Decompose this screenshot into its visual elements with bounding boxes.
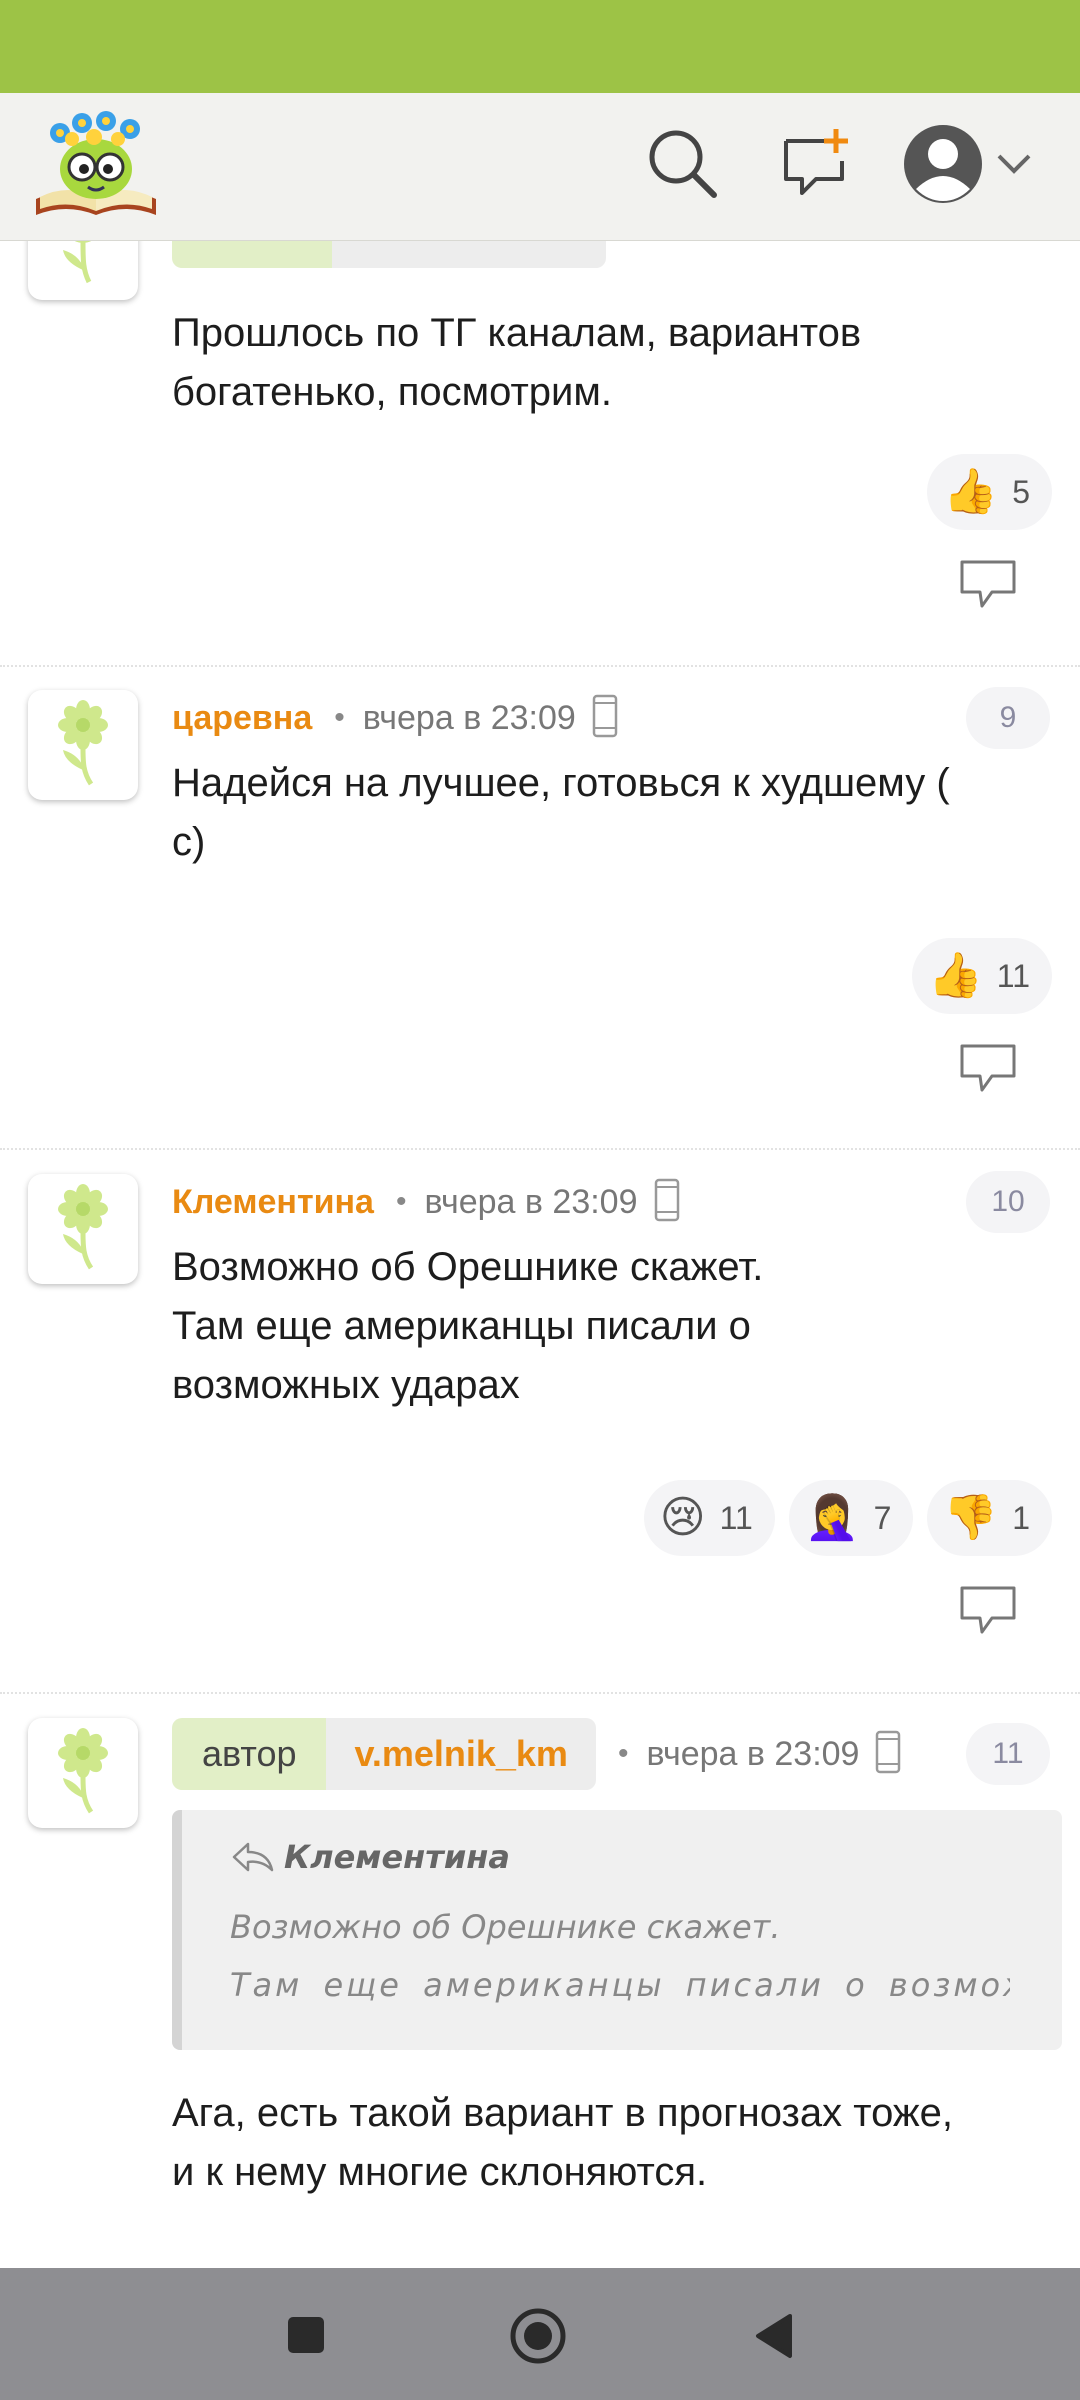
- author-tag: [172, 240, 606, 268]
- author-name[interactable]: царевна: [172, 699, 312, 738]
- reply-icon[interactable]: [958, 558, 1018, 617]
- thumbs-down-icon: 👎: [943, 1493, 999, 1542]
- author-name[interactable]: v.melnik_km: [326, 1718, 596, 1790]
- home-button[interactable]: [509, 2307, 567, 2370]
- thumbs-up-icon: 👍: [927, 951, 983, 1000]
- facepalm-icon: 🤦‍♀️: [804, 1493, 860, 1542]
- avatar[interactable]: [28, 690, 138, 800]
- quote-text: Возможно об Орешнике скажет.: [230, 1908, 781, 1946]
- reaction-count: 11: [996, 957, 1030, 994]
- divider: [0, 1692, 1080, 1694]
- new-message-icon[interactable]: [780, 127, 852, 204]
- comment-meta: царевна • вчера в 23:09: [172, 690, 618, 746]
- quote-text: Там еще американцы писали о возможн…: [230, 1966, 1010, 2004]
- mobile-device-icon: [875, 1730, 901, 1779]
- author-name[interactable]: Клементина: [172, 1183, 374, 1222]
- reaction-facepalm[interactable]: 🤦‍♀️ 7: [788, 1480, 914, 1556]
- author-label: автор: [172, 1718, 327, 1790]
- reply-icon[interactable]: [958, 1042, 1018, 1101]
- search-icon[interactable]: [648, 129, 718, 204]
- reply-icon[interactable]: [958, 1584, 1018, 1643]
- system-navigation-bar: [0, 2268, 1080, 2400]
- reaction-count: 5: [1012, 473, 1030, 510]
- reply-arrow-icon: [232, 1842, 274, 1872]
- comment-text: Ага, есть такой вариант в прогнозах тоже…: [172, 2091, 954, 2194]
- reaction-thumbs-down[interactable]: 👎 1: [927, 1480, 1052, 1556]
- reactions: 👍 11: [911, 938, 1052, 1014]
- crying-face-icon: 😢: [659, 1493, 706, 1542]
- avatar[interactable]: [28, 240, 138, 300]
- timestamp: вчера в 23:09: [362, 698, 576, 737]
- author-tag: автор v.melnik_km: [172, 1718, 596, 1790]
- status-bar: [0, 0, 1080, 93]
- avatar[interactable]: [28, 1174, 138, 1284]
- comment-number[interactable]: 11: [966, 1723, 1050, 1785]
- reactions: 👍 5: [927, 454, 1052, 530]
- comment-text: Надейся на лучшее, готовься к худшему ( …: [172, 761, 950, 864]
- divider: [0, 1148, 1080, 1150]
- reaction-thumbs-up[interactable]: 👍 5: [927, 454, 1052, 530]
- comment-meta: автор v.melnik_km • вчера в 23:09: [172, 1716, 901, 1792]
- back-button[interactable]: [752, 2312, 794, 2365]
- reaction-thumbs-up[interactable]: 👍 11: [911, 938, 1052, 1014]
- comment-number[interactable]: 9: [966, 687, 1050, 749]
- thumbs-up-icon: 👍: [943, 467, 999, 516]
- separator-dot: •: [395, 1185, 407, 1218]
- timestamp: вчера в 23:09: [424, 1182, 638, 1221]
- separator-dot: •: [334, 701, 345, 734]
- reaction-count: 7: [873, 1499, 892, 1536]
- quoted-reply[interactable]: Клементина Возможно об Орешнике скажет. …: [172, 1810, 1062, 2050]
- comment-text: Прошлось по ТГ каналам, вариантов богате…: [172, 311, 862, 414]
- reaction-crying[interactable]: 😢 11: [643, 1480, 775, 1556]
- comment-text: Возможно об Орешнике скажет. Там еще аме…: [172, 1245, 764, 1407]
- comment-number[interactable]: 10: [966, 1171, 1050, 1233]
- chevron-down-icon[interactable]: [996, 153, 1032, 180]
- profile-avatar-icon[interactable]: [902, 123, 984, 210]
- timestamp: вчера в 23:09: [646, 1734, 860, 1773]
- divider: [0, 665, 1080, 667]
- comments-feed: Прошлось по ТГ каналам, вариантов богате…: [0, 240, 1080, 2268]
- mobile-device-icon: [592, 694, 618, 743]
- avatar[interactable]: [28, 1718, 138, 1828]
- reactions: 😢 11 🤦‍♀️ 7 👎 1: [643, 1480, 1052, 1556]
- mobile-device-icon: [654, 1178, 680, 1227]
- bookworm-logo-icon[interactable]: [30, 107, 162, 223]
- separator-dot: •: [617, 1737, 629, 1770]
- quote-author: Клементина: [230, 1838, 510, 1876]
- reaction-count: 1: [1012, 1499, 1030, 1536]
- recent-apps-button[interactable]: [286, 2315, 326, 2360]
- reaction-count: 11: [719, 1499, 753, 1536]
- comment-meta: Клементина • вчера в 23:09: [172, 1174, 680, 1230]
- top-app-bar: [0, 93, 1080, 241]
